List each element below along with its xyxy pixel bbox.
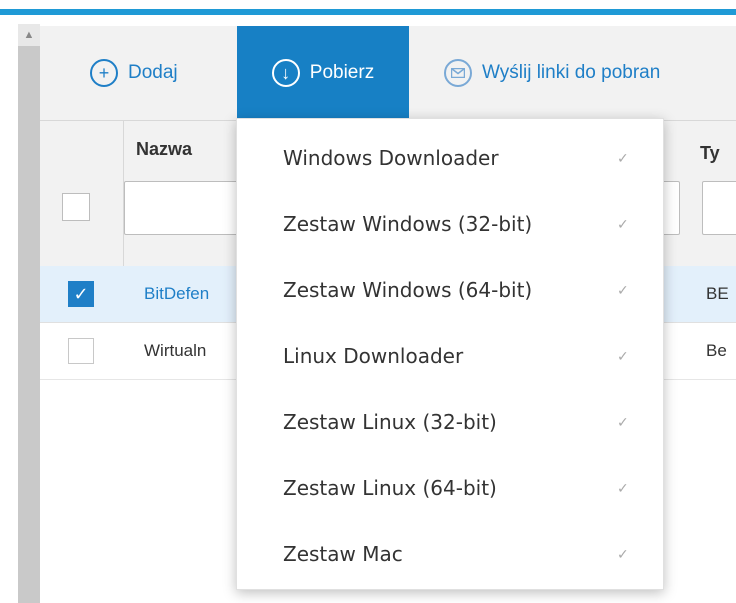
send-links-label: Wyślij linki do pobran (482, 62, 661, 83)
check-icon: ✓ (617, 215, 629, 232)
download-circle-icon: ↓ (271, 59, 300, 87)
menu-item-label: Windows Downloader (283, 146, 499, 170)
send-links-button[interactable]: Wyślij linki do pobran (444, 26, 660, 120)
row-type: BE (706, 284, 729, 303)
check-icon: ✓ (617, 479, 629, 496)
check-icon: ✓ (617, 149, 629, 166)
menu-item-label: Zestaw Linux (32-bit) (283, 410, 497, 434)
plus-circle-icon: + (90, 59, 118, 87)
row-name-link[interactable]: BitDefen (144, 284, 209, 304)
add-button[interactable]: + Dodaj (90, 26, 178, 120)
row-checkbox[interactable] (68, 338, 94, 364)
menu-item-windows-64bit-kit[interactable]: Zestaw Windows (64-bit) ✓ (237, 257, 665, 323)
row-name: Wirtualn (144, 341, 207, 360)
check-icon: ✓ (617, 347, 629, 364)
column-header-name[interactable]: Nazwa (136, 139, 192, 160)
menu-item-linux-downloader[interactable]: Linux Downloader ✓ (237, 323, 665, 389)
type-filter-input[interactable] (702, 181, 736, 235)
add-button-label: Dodaj (128, 62, 178, 83)
menu-item-label: Zestaw Windows (64-bit) (283, 278, 533, 302)
download-dropdown-menu: Windows Downloader ✓ Zestaw Windows (32-… (236, 118, 664, 590)
select-all-checkbox[interactable] (62, 193, 90, 221)
envelope-circle-icon (444, 59, 472, 87)
menu-item-mac-kit[interactable]: Zestaw Mac ✓ (237, 521, 665, 587)
menu-item-linux-32bit-kit[interactable]: Zestaw Linux (32-bit) ✓ (237, 389, 665, 455)
download-button-label: Pobierz (309, 62, 375, 83)
toolbar: + Dodaj ↓ Pobierz Wyślij linki do pobran (40, 26, 736, 120)
check-icon: ✓ (617, 281, 629, 298)
menu-item-windows-downloader[interactable]: Windows Downloader ✓ (237, 125, 665, 191)
check-icon: ✓ (617, 545, 629, 562)
menu-item-linux-64bit-kit[interactable]: Zestaw Linux (64-bit) ✓ (237, 455, 665, 521)
scroll-up-arrow-icon[interactable]: ▲ (18, 24, 40, 46)
download-button[interactable]: ↓ Pobierz (237, 26, 409, 120)
menu-item-windows-32bit-kit[interactable]: Zestaw Windows (32-bit) ✓ (237, 191, 665, 257)
column-header-type[interactable]: Ty (700, 143, 720, 164)
menu-item-label: Zestaw Windows (32-bit) (283, 212, 533, 236)
row-checkbox[interactable]: ✓ (68, 281, 94, 307)
row-type: Be (706, 341, 727, 360)
menu-item-label: Zestaw Linux (64-bit) (283, 476, 497, 500)
vertical-scrollbar[interactable] (18, 24, 40, 603)
check-icon: ✓ (617, 413, 629, 430)
menu-item-label: Zestaw Mac (283, 542, 403, 566)
menu-item-label: Linux Downloader (283, 344, 464, 368)
